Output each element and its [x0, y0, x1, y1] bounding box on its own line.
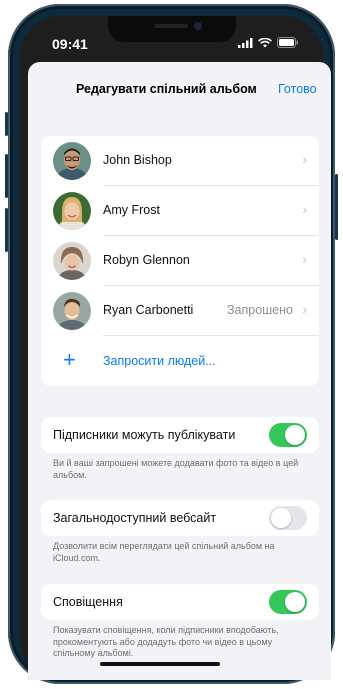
front-camera	[194, 22, 202, 30]
toggle-knob	[271, 508, 291, 528]
mute-switch	[5, 112, 8, 136]
public-website-toggle[interactable]	[269, 506, 307, 530]
subscribers-post-card: Підписники можуть публікувати	[41, 417, 319, 453]
person-name: John Bishop	[103, 153, 172, 167]
invite-people-button[interactable]: Запросити людей...	[103, 354, 216, 368]
notifications-card: Сповіщення	[41, 584, 319, 620]
notch	[108, 16, 236, 42]
person-name: Amy Frost	[103, 203, 160, 217]
wifi-icon	[258, 37, 272, 47]
person-name: Robyn Glennon	[103, 253, 190, 267]
avatar	[53, 292, 91, 330]
status-time: 09:41	[52, 36, 88, 52]
volume-up-button	[5, 154, 8, 198]
avatar	[53, 142, 91, 180]
person-row[interactable]: Robyn Glennon ›	[41, 236, 319, 286]
chevron-right-icon: ›	[302, 301, 307, 317]
public-website-row: Загальнодоступний вебсайт	[41, 500, 319, 536]
invite-people-row[interactable]: + Запросити людей...	[41, 336, 319, 386]
battery-icon	[277, 37, 298, 48]
public-website-label: Загальнодоступний вебсайт	[53, 511, 217, 525]
power-button	[335, 174, 338, 240]
public-website-card: Загальнодоступний вебсайт	[41, 500, 319, 536]
done-button[interactable]: Готово	[278, 82, 317, 96]
person-row[interactable]: Amy Frost ›	[41, 186, 319, 236]
subscribers-post-footnote: Ви й ваші запрошені можете додавати фото…	[53, 458, 299, 480]
notifications-row: Сповіщення	[41, 584, 319, 620]
signal-icon	[238, 37, 253, 48]
person-name: Ryan Carbonetti	[103, 303, 194, 317]
home-indicator[interactable]	[100, 662, 220, 666]
subscribers-post-toggle[interactable]	[269, 423, 307, 447]
subscribers-post-label: Підписники можуть публікувати	[53, 428, 236, 442]
plus-icon: +	[63, 347, 76, 372]
chevron-right-icon: ›	[302, 251, 307, 267]
page-title: Редагувати спільний альбом	[76, 82, 257, 96]
toggle-knob	[285, 425, 305, 445]
person-row[interactable]: John Bishop ›	[41, 136, 319, 186]
toggle-knob	[285, 592, 305, 612]
notifications-footnote: Показувати сповіщення, коли підписники в…	[53, 625, 279, 658]
people-list: John Bishop › Amy Frost › Robyn Glennon …	[41, 136, 319, 386]
chevron-right-icon: ›	[302, 151, 307, 167]
status-icons	[238, 37, 299, 48]
person-row[interactable]: Ryan Carbonetti Запрошено ›	[41, 286, 319, 336]
notifications-label: Сповіщення	[53, 595, 123, 609]
avatar	[53, 192, 91, 230]
notifications-toggle[interactable]	[269, 590, 307, 614]
speaker	[154, 24, 188, 28]
volume-down-button	[5, 208, 8, 252]
public-website-footnote: Дозволити всім переглядати цей спільний …	[53, 541, 275, 563]
subscribers-post-row: Підписники можуть публікувати	[41, 417, 319, 453]
invite-status: Запрошено	[226, 303, 293, 317]
avatar	[53, 242, 91, 280]
chevron-right-icon: ›	[302, 201, 307, 217]
